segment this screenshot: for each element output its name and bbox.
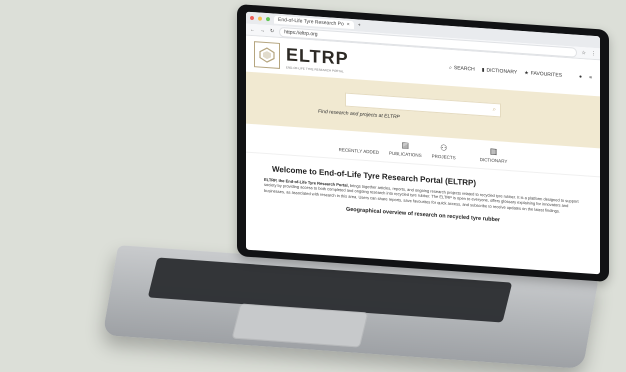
bookmark-star-icon[interactable]: ☆: [582, 50, 586, 56]
quick-link-dictionary[interactable]: ▥ DICTIONARY: [480, 146, 508, 164]
nav-dictionary[interactable]: ▮ DICTIONARY: [482, 67, 518, 75]
dictionary-icon: ▥: [489, 146, 498, 157]
menu-icon[interactable]: ≡: [589, 75, 592, 81]
reload-icon[interactable]: ↻: [270, 28, 274, 34]
new-tab-icon[interactable]: +: [358, 22, 361, 28]
search-icon[interactable]: ⌕: [493, 106, 496, 113]
window-close-icon[interactable]: [250, 15, 254, 21]
quick-link-publications[interactable]: ▤ PUBLICATIONS: [389, 140, 422, 157]
forward-icon[interactable]: →: [260, 27, 265, 33]
main-nav: ⌕ SEARCH ▮ DICTIONARY ★ FAVOURITES ● ≡: [449, 65, 592, 81]
nav-search[interactable]: ⌕ SEARCH: [449, 65, 475, 73]
nav-favourites[interactable]: ★ FAVOURITES: [524, 70, 562, 79]
people-icon: ⚇: [440, 143, 448, 153]
back-icon[interactable]: ←: [250, 26, 255, 32]
window-maximize-icon[interactable]: [266, 17, 270, 22]
document-icon: ▤: [401, 140, 410, 151]
window-minimize-icon[interactable]: [258, 16, 262, 21]
star-icon: ★: [524, 70, 529, 77]
clock-icon: [358, 137, 360, 146]
book-icon: ▮: [481, 67, 485, 74]
quick-link-recently-added[interactable]: RECENTLY ADDED: [339, 136, 379, 155]
user-icon[interactable]: ●: [579, 74, 582, 80]
hero-caption: Find research and projects at ELTRP: [318, 108, 400, 121]
browser-menu-icon[interactable]: ⋮: [591, 50, 596, 56]
logo-icon[interactable]: [254, 41, 280, 70]
browser-window: End-of-Life Tyre Research Po × + ← → ↻ h…: [246, 11, 600, 275]
quick-link-projects[interactable]: ⚇ PROJECTS: [432, 143, 456, 160]
search-icon: ⌕: [449, 64, 452, 72]
tab-close-icon[interactable]: ×: [347, 22, 350, 28]
